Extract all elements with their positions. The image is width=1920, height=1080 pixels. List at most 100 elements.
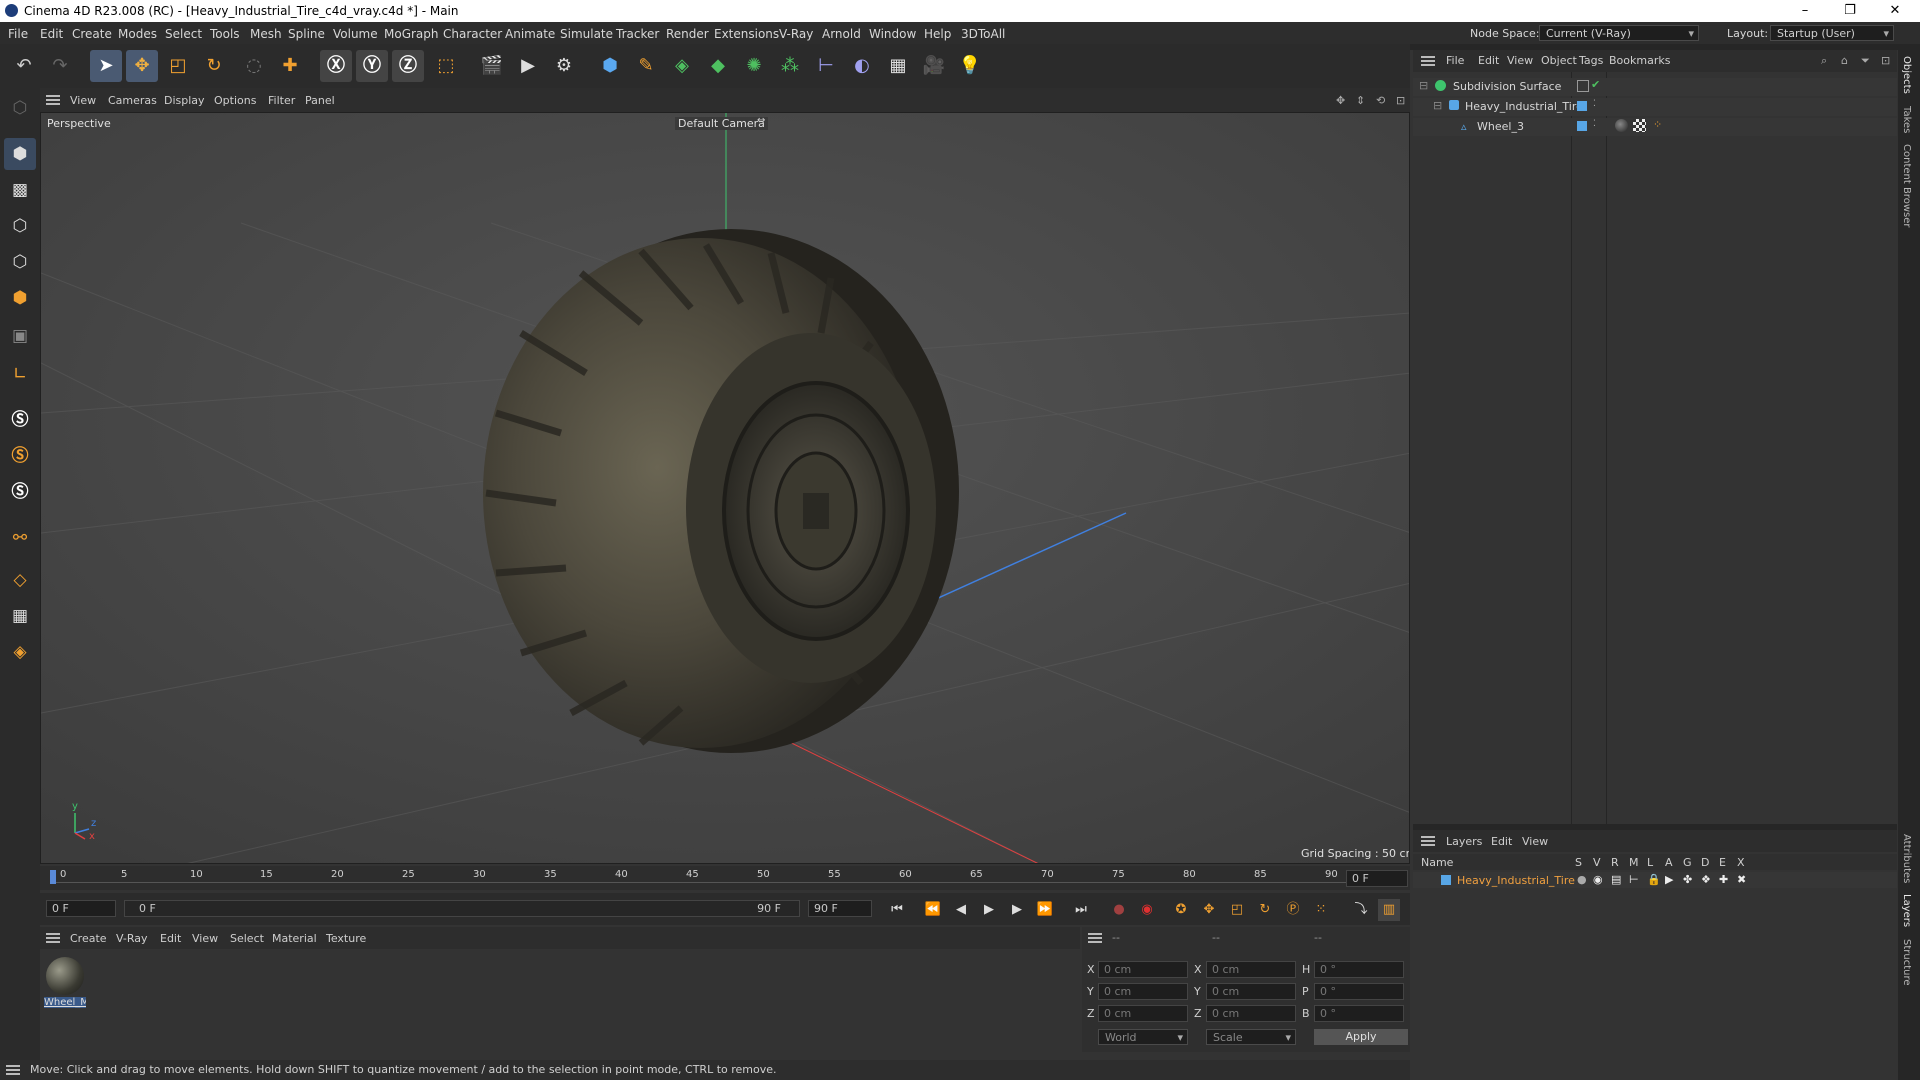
light-icon[interactable]: 💡 bbox=[954, 50, 986, 82]
point-level-icon[interactable]: ⁙ bbox=[1310, 899, 1332, 921]
y-axis-icon[interactable]: Ⓨ bbox=[356, 50, 388, 82]
motion-clip-icon[interactable]: ⤵ bbox=[1350, 899, 1372, 921]
home-icon[interactable]: ⌂ bbox=[1841, 54, 1848, 67]
render-settings-icon[interactable]: ⚙ bbox=[548, 50, 580, 82]
search-icon[interactable]: ⌕ bbox=[1821, 54, 1827, 68]
floor-icon[interactable]: ▦ bbox=[882, 50, 914, 82]
viewport-menu-view[interactable]: View bbox=[70, 94, 96, 107]
coords-panel-menu-icon[interactable] bbox=[1088, 933, 1102, 943]
menu-character[interactable]: Character bbox=[443, 27, 502, 41]
visibility-dots-icon[interactable]: ⁚ bbox=[1593, 119, 1596, 129]
object-name[interactable]: Subdivision Surface bbox=[1453, 80, 1561, 93]
workplane-snap-icon[interactable]: Ⓢ bbox=[4, 476, 36, 508]
lock-icon[interactable]: 🔒 bbox=[1647, 873, 1661, 886]
tab-content-browser[interactable]: Content Browser bbox=[1901, 144, 1912, 227]
mograph-icon[interactable]: ⁂ bbox=[774, 50, 806, 82]
material-menu-material[interactable]: Material bbox=[272, 932, 317, 945]
playhead[interactable] bbox=[50, 870, 56, 884]
menu-volume[interactable]: Volume bbox=[333, 27, 378, 41]
collapse-icon[interactable]: ⊟ bbox=[1433, 99, 1442, 112]
layers-menu-layers[interactable]: Layers bbox=[1446, 835, 1482, 848]
scale-tool-icon[interactable]: ◰ bbox=[162, 50, 194, 82]
layer-name[interactable]: Heavy_Industrial_Tire bbox=[1457, 874, 1575, 887]
pan-view-icon[interactable]: ✥ bbox=[1336, 94, 1345, 107]
model-mode-icon[interactable]: ⬢ bbox=[4, 138, 36, 170]
objects-panel-menu-icon[interactable] bbox=[1421, 56, 1435, 66]
x-axis-icon[interactable]: Ⓧ bbox=[320, 50, 352, 82]
rotation-p-field[interactable]: 0 ° bbox=[1314, 983, 1404, 1000]
menu-spline[interactable]: Spline bbox=[288, 27, 325, 41]
position-x-field[interactable]: 0 cm bbox=[1098, 961, 1188, 978]
list-item[interactable]: ▵ Wheel_3 ⁚ ⁘ bbox=[1413, 118, 1897, 136]
tab-objects[interactable]: Objects bbox=[1901, 56, 1912, 94]
edit-toggle-icon[interactable] bbox=[1577, 80, 1589, 92]
apply-button[interactable]: Apply bbox=[1314, 1029, 1408, 1045]
menu-3dtoall[interactable]: 3DToAll bbox=[961, 27, 1005, 41]
objects-menu-edit[interactable]: Edit bbox=[1478, 54, 1499, 67]
timeline-window-icon[interactable]: ▥ bbox=[1378, 899, 1400, 921]
magnet-icon[interactable]: ⚯ bbox=[4, 522, 36, 554]
position-key-icon[interactable]: ✥ bbox=[1198, 899, 1220, 921]
viewport-menu-panel[interactable]: Panel bbox=[305, 94, 335, 107]
rotate-view-icon[interactable]: ⟲ bbox=[1376, 94, 1385, 107]
coordinate-system-icon[interactable]: ⬚ bbox=[430, 50, 462, 82]
rotation-h-field[interactable]: 0 ° bbox=[1314, 961, 1404, 978]
menu-modes[interactable]: Modes bbox=[118, 27, 157, 41]
size-z-field[interactable]: 0 cm bbox=[1206, 1005, 1296, 1022]
polygons-mode-icon[interactable]: ⬢ bbox=[4, 282, 36, 314]
field-icon[interactable]: ◐ bbox=[846, 50, 878, 82]
play-icon[interactable]: ▶ bbox=[978, 899, 1000, 921]
rotate-tool-icon[interactable]: ↻ bbox=[198, 50, 230, 82]
objects-menu-bookmarks[interactable]: Bookmarks bbox=[1609, 54, 1670, 67]
live-selection-icon[interactable]: ◌ bbox=[238, 50, 270, 82]
material-swatch[interactable]: Wheel_M bbox=[44, 955, 86, 1009]
objects-menu-tags[interactable]: Tags bbox=[1579, 54, 1603, 67]
3d-viewport[interactable]: Perspective Default Camera ↔ Grid Spacin… bbox=[40, 112, 1410, 864]
objects-menu-file[interactable]: File bbox=[1446, 54, 1464, 67]
layers-panel-menu-icon[interactable] bbox=[1421, 836, 1435, 846]
transform-mode-dropdown[interactable]: Scale bbox=[1206, 1029, 1296, 1046]
material-menu-view[interactable]: View bbox=[192, 932, 218, 945]
previous-frame-icon[interactable]: ◀ bbox=[950, 899, 972, 921]
locked-workplane-icon[interactable]: ◈ bbox=[4, 636, 36, 668]
material-menu-edit[interactable]: Edit bbox=[160, 932, 181, 945]
material-menu-select[interactable]: Select bbox=[230, 932, 264, 945]
rotation-key-icon[interactable]: ↻ bbox=[1254, 899, 1276, 921]
menu-select[interactable]: Select bbox=[165, 27, 202, 41]
scale-key-icon[interactable]: ◰ bbox=[1226, 899, 1248, 921]
undo-icon[interactable]: ↶ bbox=[8, 50, 40, 82]
size-x-field[interactable]: 0 cm bbox=[1206, 961, 1296, 978]
tab-takes[interactable]: Takes bbox=[1901, 106, 1912, 133]
autokey-icon[interactable]: ◉ bbox=[1136, 899, 1158, 921]
material-menu-texture[interactable]: Texture bbox=[326, 932, 366, 945]
toggle-view-icon[interactable]: ⊡ bbox=[1396, 94, 1405, 107]
list-item[interactable]: ⊟ Subdivision Surface ✔ bbox=[1413, 78, 1897, 96]
size-y-field[interactable]: 0 cm bbox=[1206, 983, 1296, 1000]
material-panel-menu-icon[interactable] bbox=[46, 933, 60, 943]
render-region-icon[interactable]: 🎬 bbox=[476, 50, 508, 82]
objects-menu-view[interactable]: View bbox=[1507, 54, 1533, 67]
material-tag-icon[interactable] bbox=[1615, 119, 1628, 132]
menu-vray[interactable]: V-Ray bbox=[779, 27, 813, 41]
menu-arnold[interactable]: Arnold bbox=[822, 27, 861, 41]
layers-menu-view[interactable]: View bbox=[1522, 835, 1548, 848]
expressions-icon[interactable]: ✚ bbox=[1719, 873, 1728, 886]
menu-mesh[interactable]: Mesh bbox=[250, 27, 282, 41]
camera-label[interactable]: Default Camera bbox=[675, 117, 768, 130]
check-icon[interactable]: ✔ bbox=[1591, 78, 1600, 91]
material-label[interactable]: Wheel_M bbox=[44, 997, 86, 1008]
position-y-field[interactable]: 0 cm bbox=[1098, 983, 1188, 1000]
record-off-icon[interactable]: ● bbox=[1108, 899, 1130, 921]
close-button[interactable]: ✕ bbox=[1880, 1, 1910, 21]
menu-create[interactable]: Create bbox=[72, 27, 112, 41]
move-tool-icon[interactable]: ✥ bbox=[126, 50, 158, 82]
tab-structure[interactable]: Structure bbox=[1901, 939, 1912, 986]
xref-icon[interactable]: ✖ bbox=[1737, 873, 1746, 886]
previous-key-icon[interactable]: ⏪ bbox=[922, 899, 944, 921]
menu-animate[interactable]: Animate bbox=[505, 27, 555, 41]
menu-tracker[interactable]: Tracker bbox=[616, 27, 659, 41]
animation-icon[interactable]: ▶ bbox=[1665, 873, 1673, 886]
camera-icon[interactable]: 🎥 bbox=[918, 50, 950, 82]
material-menu-create[interactable]: Create bbox=[70, 932, 107, 945]
range-slider[interactable]: 0 F 90 F bbox=[124, 900, 800, 917]
